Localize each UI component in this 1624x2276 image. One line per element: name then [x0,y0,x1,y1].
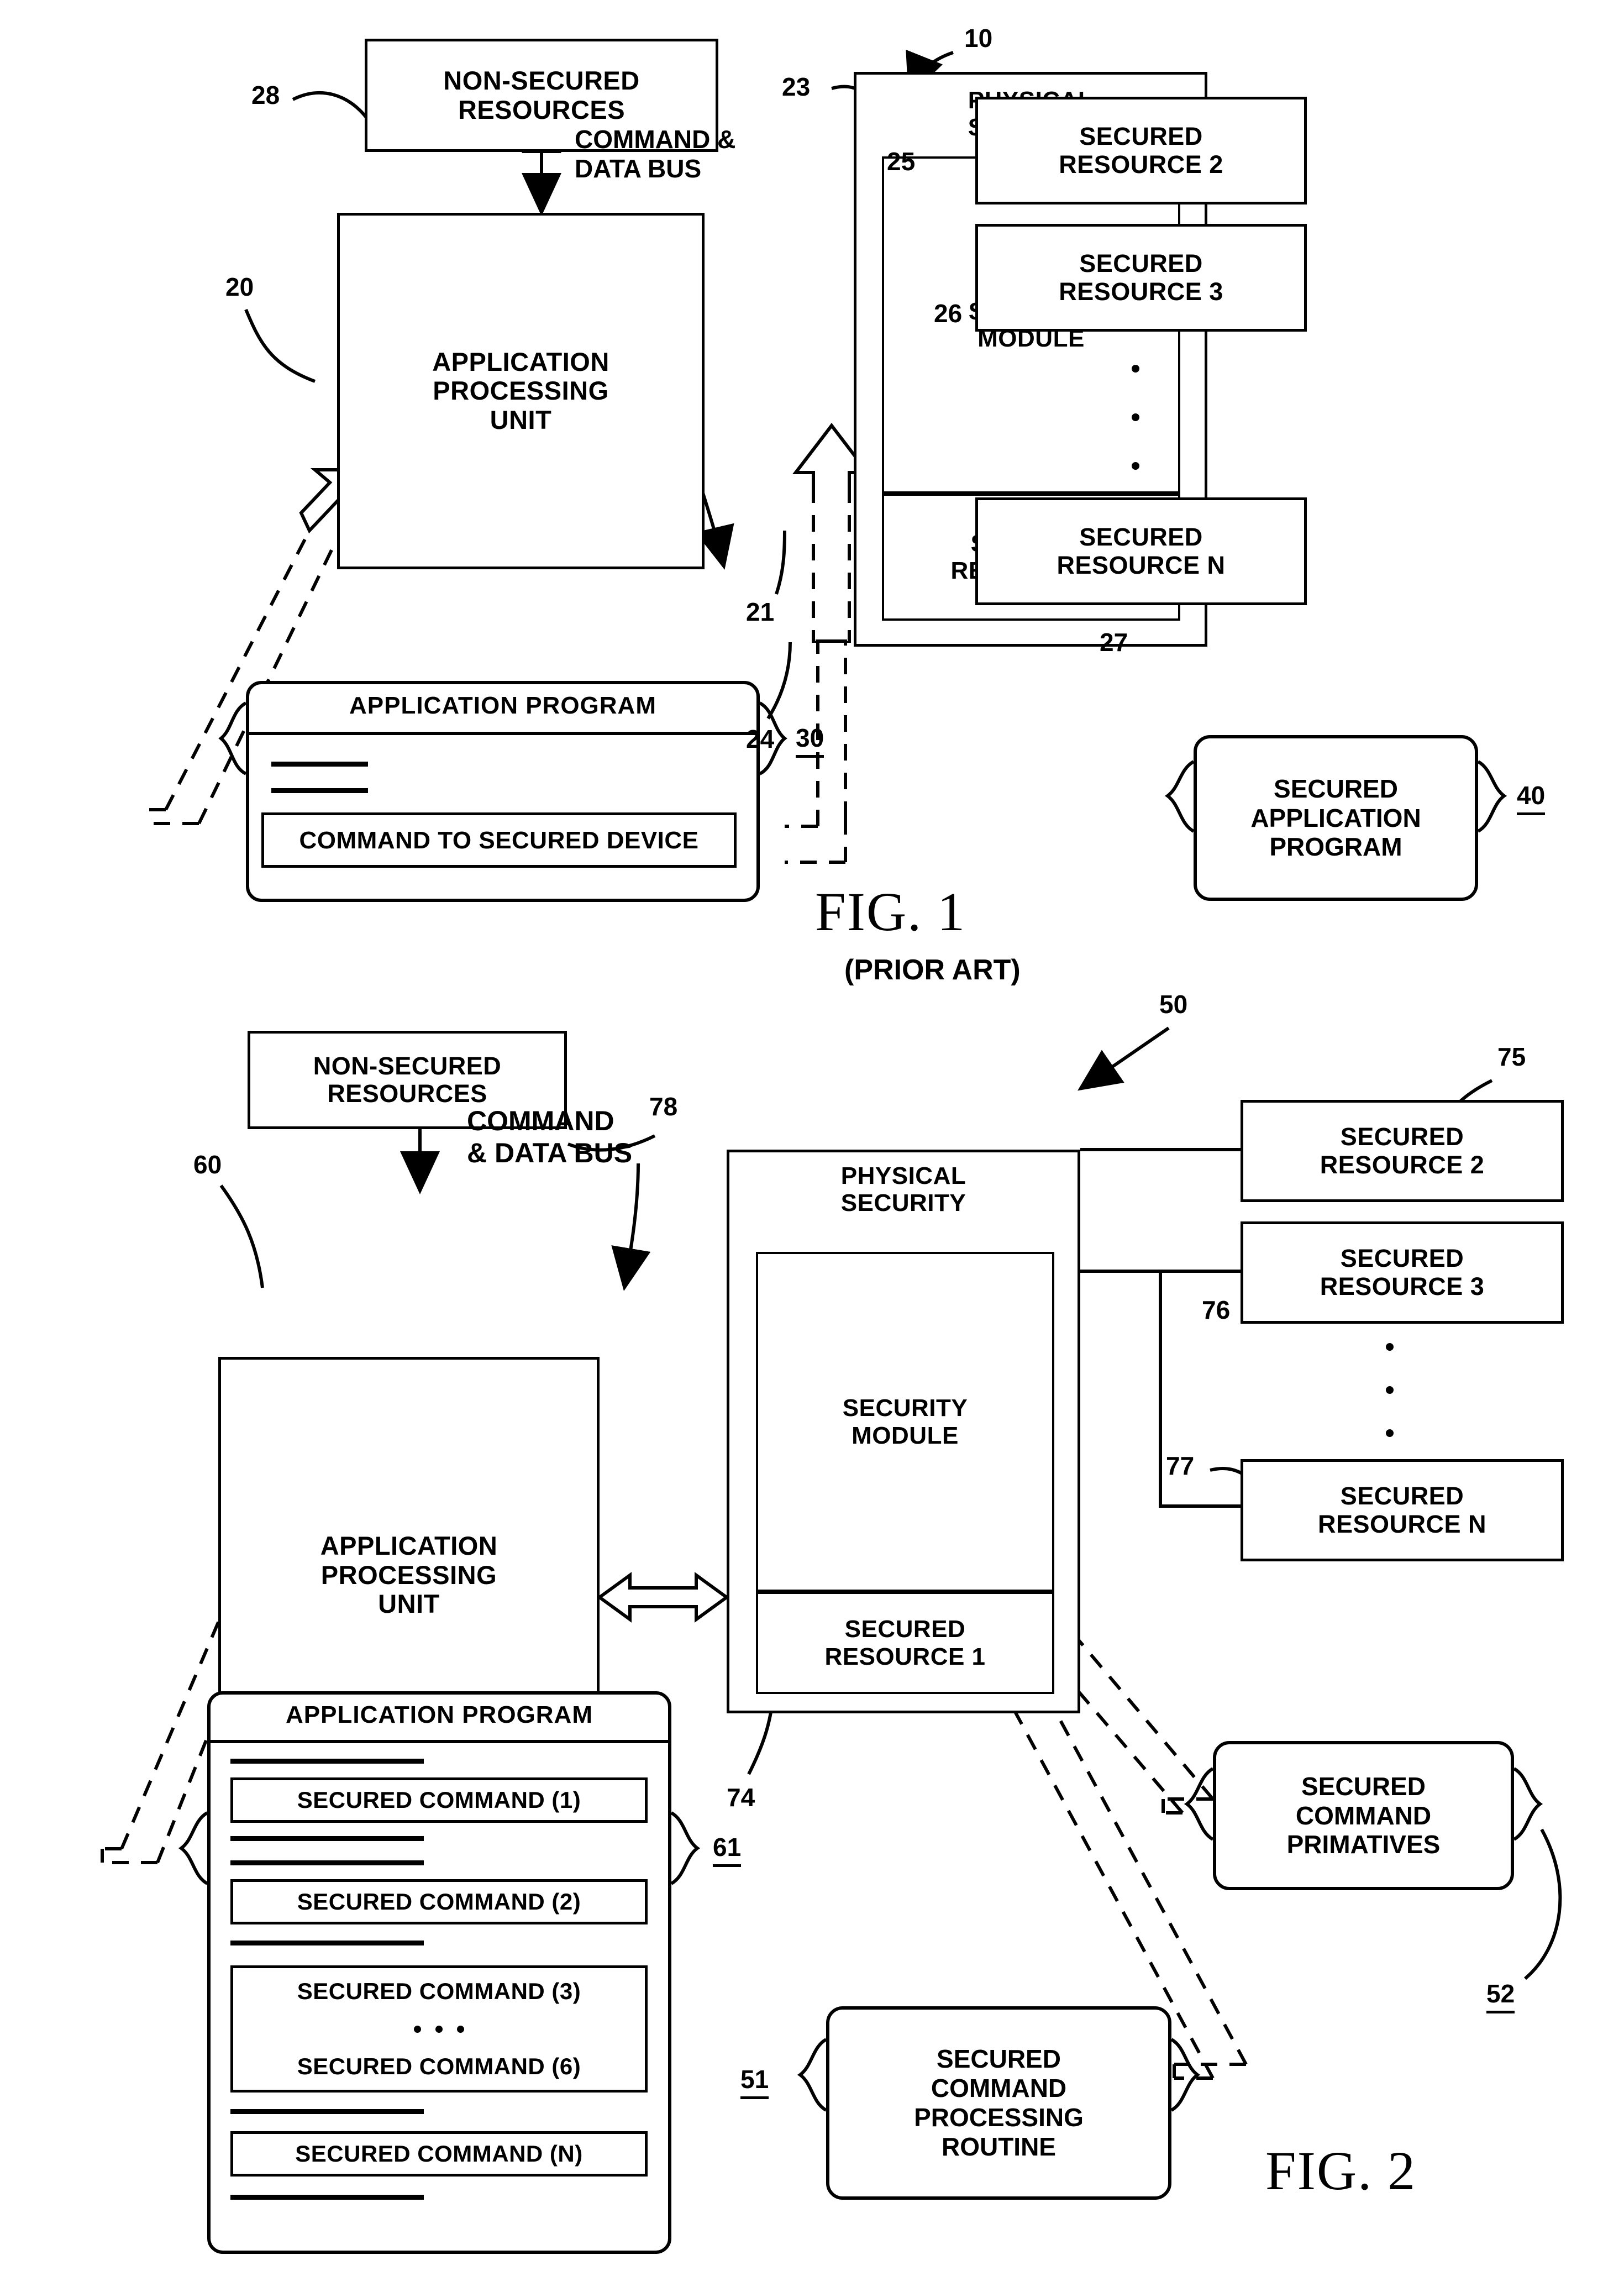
fig2-refnum-78: 78 [649,1092,678,1121]
ellipsis-dot [1386,1343,1394,1351]
code-line [230,1759,424,1764]
code-line [271,788,368,793]
fig2-secured-resource-2-label: SECURED RESOURCE 2 [1320,1123,1485,1179]
fig1-secured-app-program-label: SECURED APPLICATION PROGRAM [1250,774,1421,862]
fig1-secured-resource-2-box: SECURED RESOURCE 2 [975,97,1307,204]
fig2-refnum-76: 76 [1202,1296,1231,1324]
fig2-secured-command-6-label: SECURED COMMAND (6) [297,2053,581,2079]
fig2-secured-command-2-label: SECURED COMMAND (2) [297,1888,581,1915]
fig1-subcaption: (PRIOR ART) [844,954,1021,986]
patent-drawing-sheet: NON-SECURED RESOURCES APPLICATION PROCES… [0,0,1624,2276]
fig2-refnum-52: 52 [1486,1979,1515,2013]
ellipsis-dot [1132,462,1139,470]
fig2-refnum-74: 74 [727,1783,755,1812]
fig1-refnum-27: 27 [1100,628,1128,657]
fig1-command-to-secured-device-label: COMMAND TO SECURED DEVICE [299,826,699,854]
fig2-secured-command-range-box: SECURED COMMAND (3) SECURED COMMAND (6) [230,1965,648,2093]
fig2-security-module-box: SECURITY MODULE [756,1252,1054,1592]
fig2-secured-resource-3-label: SECURED RESOURCE 3 [1320,1244,1485,1300]
fig1-command-to-secured-device-box: COMMAND TO SECURED DEVICE [261,812,737,868]
fig1-refnum-28: 28 [251,81,280,109]
fig1-refnum-10: 10 [964,24,993,53]
fig2-secured-command-primitives-box: SECURED COMMAND PRIMATIVES [1213,1741,1514,1890]
code-line [230,2109,424,2114]
divider-rule [249,732,756,735]
fig1-secured-resource-n-label: SECURED RESOURCE N [1057,523,1226,579]
fig1-application-program-title: APPLICATION PROGRAM [349,692,656,719]
fig1-secured-resource-n-box: SECURED RESOURCE N [975,497,1307,605]
fig2-vertical-ellipsis [1384,1343,1395,1437]
ellipsis-dot [1386,1386,1394,1394]
fig1-apu-label: APPLICATION PROCESSING UNIT [432,347,609,434]
fig2-secured-resource-n-label: SECURED RESOURCE N [1317,1482,1487,1538]
fig1-caption: FIG. 1 [815,881,966,942]
divider-rule [211,1740,668,1743]
fig2-refnum-61: 61 [713,1832,742,1867]
fig2-secured-command-primitives-label: SECURED COMMAND PRIMATIVES [1286,1771,1441,1859]
code-line [230,1860,424,1865]
ellipsis-dot [435,2025,443,2033]
fig2-caption: FIG. 2 [1265,2140,1417,2201]
fig2-refnum-75: 75 [1497,1042,1526,1071]
fig1-vertical-ellipsis [1130,365,1141,470]
fig1-secured-application-program-box: SECURED APPLICATION PROGRAM [1194,735,1478,901]
fig2-physical-security-label: PHYSICAL SECURITY [840,1162,966,1217]
fig1-application-processing-unit-box: APPLICATION PROCESSING UNIT [337,213,705,569]
fig2-secured-resource-1-label: SECURED RESOURCE 1 [824,1616,986,1670]
fig2-refnum-60: 60 [193,1150,222,1179]
fig2-secured-command-1-label: SECURED COMMAND (1) [297,1786,581,1813]
fig1-refnum-20: 20 [225,272,254,301]
fig2-secured-command-2-box: SECURED COMMAND (2) [230,1879,648,1924]
ellipsis-dot [457,2025,464,2033]
ellipsis-dot [414,2025,421,2033]
fig2-secured-command-processing-routine-label: SECURED COMMAND PROCESSING ROUTINE [914,2044,1084,2161]
fig2-command-data-bus-label: COMMAND & DATA BUS [467,1105,633,1168]
fig2-horizontal-ellipsis [414,2025,464,2033]
fig1-refnum-30: 30 [796,723,824,758]
fig1-refnum-24: 24 [746,725,775,753]
fig2-refnum-77: 77 [1166,1451,1195,1480]
fig1-non-secured-resources-label: NON-SECURED RESOURCES [443,65,640,124]
ellipsis-dot [1132,413,1139,421]
fig1-secured-resource-3-box: SECURED RESOURCE 3 [975,224,1307,332]
fig2-non-secured-resources-label: NON-SECURED RESOURCES [313,1051,502,1108]
code-line [230,2195,424,2200]
fig2-secured-command-n-label: SECURED COMMAND (N) [295,2140,583,2167]
fig2-secured-command-n-box: SECURED COMMAND (N) [230,2131,648,2177]
ellipsis-dot [1132,365,1139,373]
fig2-secured-command-3-label: SECURED COMMAND (3) [297,1978,581,2004]
fig2-secured-resource-2-box: SECURED RESOURCE 2 [1241,1100,1564,1202]
fig2-secured-command-processing-routine-box: SECURED COMMAND PROCESSING ROUTINE [826,2006,1171,2200]
fig1-command-data-bus-label: COMMAND & DATA BUS [575,125,736,183]
fig1-refnum-40: 40 [1517,780,1546,815]
fig2-secured-resource-1-box: SECURED RESOURCE 1 [756,1592,1054,1694]
code-line [271,762,368,767]
fig2-secured-resource-3-box: SECURED RESOURCE 3 [1241,1221,1564,1324]
fig1-refnum-25: 25 [887,147,916,176]
fig2-refnum-51: 51 [740,2064,769,2099]
fig1-refnum-21: 21 [746,597,775,626]
code-line [230,1836,424,1841]
fig2-refnum-50: 50 [1159,990,1188,1019]
fig2-apu-label: APPLICATION PROCESSING UNIT [320,1531,498,1619]
fig2-application-program-box: APPLICATION PROGRAM SECURED COMMAND (1) … [207,1691,671,2254]
fig1-secured-resource-3-label: SECURED RESOURCE 3 [1059,249,1223,306]
fig1-application-program-box: APPLICATION PROGRAM COMMAND TO SECURED D… [246,681,760,902]
fig1-refnum-26: 26 [934,299,963,328]
fig1-refnum-23: 23 [782,72,811,101]
code-line [230,1941,424,1945]
ellipsis-dot [1386,1429,1394,1437]
fig2-secured-command-1-box: SECURED COMMAND (1) [230,1777,648,1823]
fig2-application-program-title: APPLICATION PROGRAM [286,1701,593,1728]
fig1-secured-resource-2-label: SECURED RESOURCE 2 [1059,122,1223,179]
fig2-security-module-label: SECURITY MODULE [842,1394,968,1449]
fig2-secured-resource-n-box: SECURED RESOURCE N [1241,1459,1564,1561]
